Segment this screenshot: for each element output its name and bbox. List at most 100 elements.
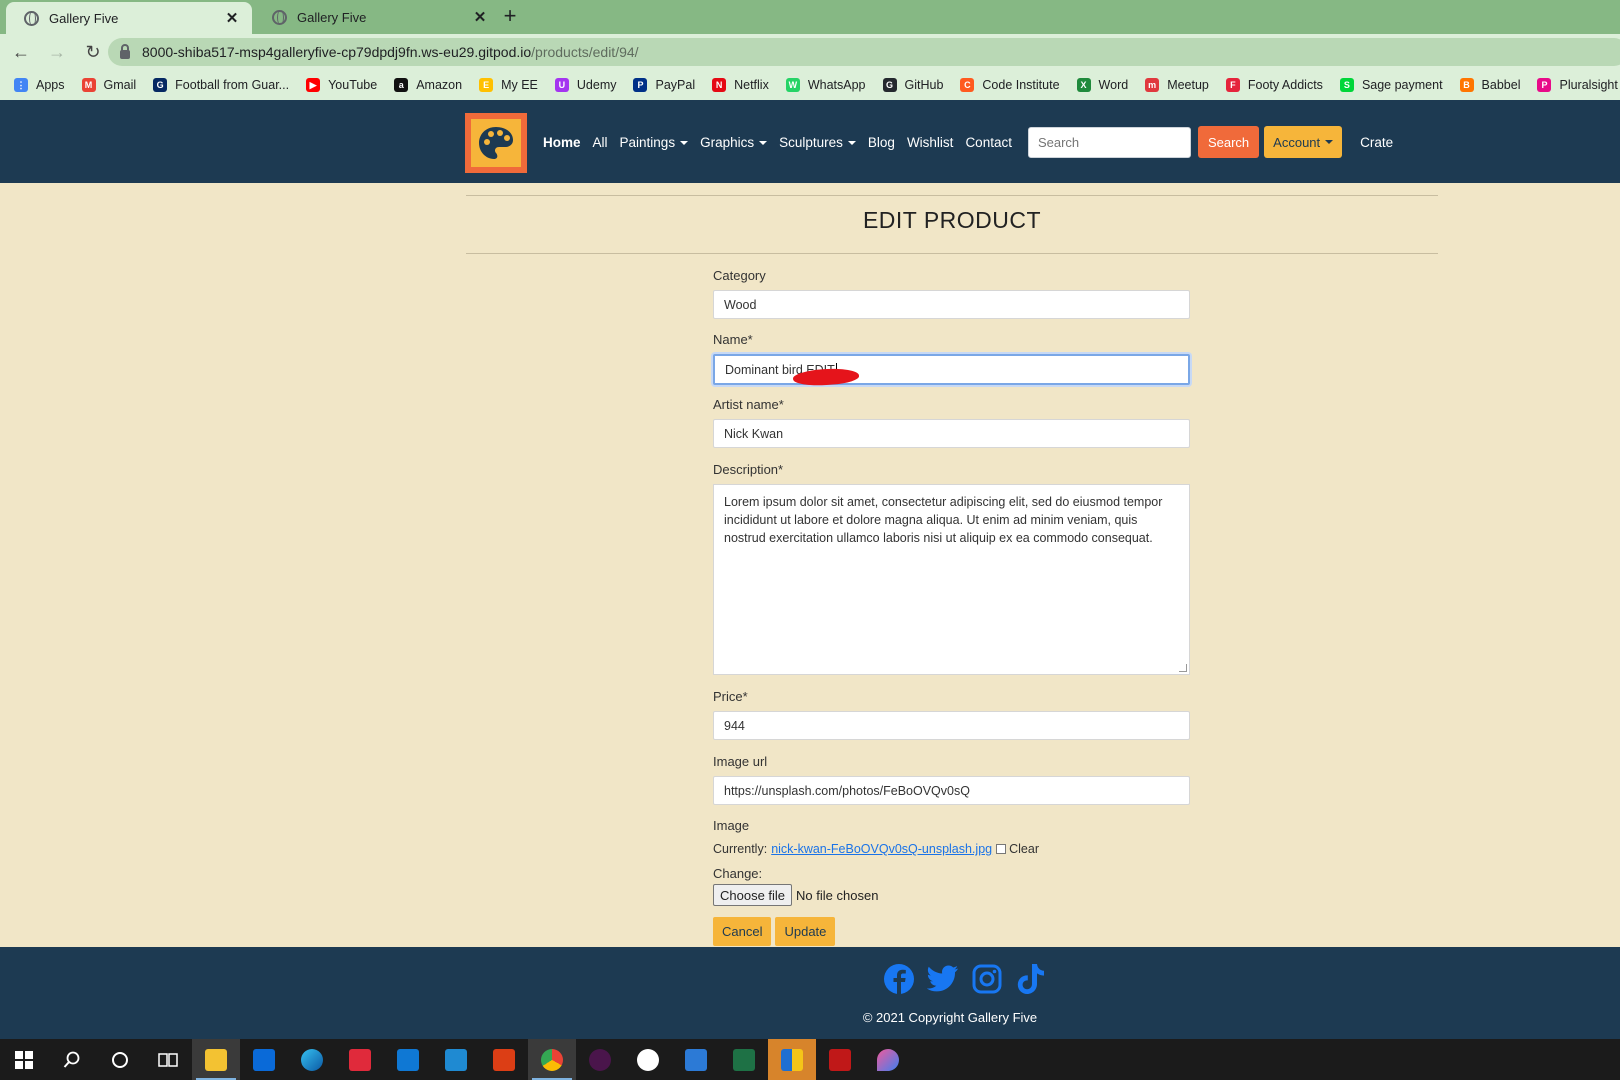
- globe-icon: [272, 9, 287, 25]
- form-actions: Cancel Update: [713, 917, 839, 946]
- twitter-icon[interactable]: [925, 961, 961, 997]
- site-logo[interactable]: [465, 113, 527, 173]
- account-dropdown[interactable]: Account: [1264, 126, 1343, 158]
- mail-icon[interactable]: [384, 1039, 432, 1080]
- mcafee-icon[interactable]: [816, 1039, 864, 1080]
- name-input[interactable]: Dominant bird EDIT: [713, 354, 1190, 385]
- back-arrow-icon[interactable]: ←: [6, 42, 36, 63]
- bookmark-item[interactable]: N Netflix: [712, 78, 769, 92]
- social-links: [881, 961, 1057, 997]
- bookmark-favicon-icon: ▶: [306, 78, 321, 92]
- bookmark-item[interactable]: S Sage payment: [1339, 78, 1443, 92]
- reload-icon[interactable]: ↻: [78, 42, 108, 63]
- bookmarks-bar: ⋮ Apps M Gmail G Football from Guar... ▶ YouTub…: [0, 70, 1620, 100]
- image-url-input[interactable]: https://unsplash.com/photos/FeBoOVQv0sQ: [713, 776, 1190, 805]
- nav-all[interactable]: All: [593, 135, 608, 150]
- task-view-icon[interactable]: [144, 1039, 192, 1080]
- current-file-link[interactable]: nick-kwan-FeBoOVQv0sQ-unsplash.jpg: [771, 842, 992, 856]
- photos-icon[interactable]: [672, 1039, 720, 1080]
- bookmark-item[interactable]: F Footy Addicts: [1225, 78, 1323, 92]
- bookmark-item[interactable]: G Football from Guar...: [153, 78, 289, 92]
- excel-icon[interactable]: [720, 1039, 768, 1080]
- bookmark-favicon-icon: X: [1076, 78, 1091, 92]
- chrome-icon[interactable]: [528, 1039, 576, 1080]
- slack-icon[interactable]: [576, 1039, 624, 1080]
- divider: [466, 253, 1438, 254]
- bookmark-label: WhatsApp: [807, 78, 866, 92]
- bookmark-item[interactable]: X Word: [1076, 78, 1128, 92]
- artist-name-input[interactable]: Nick Kwan: [713, 419, 1190, 448]
- instagram-icon[interactable]: [969, 961, 1005, 997]
- store-icon[interactable]: [240, 1039, 288, 1080]
- gift-app-icon[interactable]: [336, 1039, 384, 1080]
- image-url-label: Image url: [713, 754, 768, 769]
- file-explorer-icon[interactable]: [192, 1039, 240, 1080]
- lock-icon: [120, 43, 130, 59]
- browser-tab-active[interactable]: Gallery Five ✕: [6, 2, 252, 34]
- cancel-button[interactable]: Cancel: [713, 917, 772, 946]
- nav-blog[interactable]: Blog: [868, 135, 895, 150]
- close-icon[interactable]: ✕: [224, 9, 240, 27]
- category-label: Category: [713, 268, 766, 283]
- bookmark-item[interactable]: U Udemy: [554, 78, 616, 92]
- url-field[interactable]: 8000-shiba517-msp4galleryfive-cp79dpdj9f…: [108, 38, 1620, 66]
- bookmark-item[interactable]: a Amazon: [394, 78, 462, 92]
- bookmark-favicon-icon: S: [1339, 78, 1354, 92]
- page-title: EDIT PRODUCT: [862, 207, 1042, 233]
- paint-drop-icon[interactable]: [864, 1039, 912, 1080]
- search-icon[interactable]: [48, 1039, 96, 1080]
- clear-checkbox[interactable]: [996, 844, 1007, 854]
- facebook-icon[interactable]: [881, 961, 917, 997]
- bookmark-item[interactable]: M Gmail: [81, 78, 136, 92]
- bookmark-item[interactable]: P Pluralsight: [1537, 78, 1618, 92]
- browser-tab[interactable]: Gallery Five ✕: [254, 0, 500, 34]
- search-input[interactable]: [1027, 126, 1191, 158]
- tab-title: Gallery Five: [297, 9, 367, 25]
- nav-paintings-label: Paintings: [619, 134, 676, 150]
- category-select[interactable]: Wood: [713, 290, 1190, 319]
- nav-graphics[interactable]: Graphics: [700, 135, 768, 150]
- new-tab-button[interactable]: +: [498, 5, 522, 29]
- bookmark-label: Apps: [36, 78, 65, 92]
- nav-home[interactable]: Home: [543, 135, 581, 150]
- bookmark-item[interactable]: ⋮ Apps: [14, 78, 65, 92]
- search-button[interactable]: Search: [1197, 126, 1260, 158]
- account-label: Account: [1273, 134, 1321, 150]
- office-icon[interactable]: [480, 1039, 528, 1080]
- price-input[interactable]: 944: [713, 711, 1190, 740]
- bookmark-label: Sage payment: [1361, 78, 1443, 92]
- description-textarea[interactable]: Lorem ipsum dolor sit amet, consectetur …: [713, 484, 1190, 675]
- bookmark-item[interactable]: m Meetup: [1145, 78, 1209, 92]
- update-button[interactable]: Update: [775, 917, 836, 946]
- resize-handle[interactable]: [1179, 664, 1187, 672]
- choose-file-button[interactable]: Choose file: [713, 884, 793, 906]
- bookmark-item[interactable]: P PayPal: [633, 78, 695, 92]
- bookmark-label: My EE: [501, 78, 538, 92]
- nav-paintings[interactable]: Paintings: [620, 135, 689, 150]
- bookmark-favicon-icon: M: [81, 78, 96, 92]
- vscode-icon[interactable]: [432, 1039, 480, 1080]
- security-shield-icon[interactable]: [768, 1039, 816, 1080]
- bookmark-item[interactable]: ▶ YouTube: [306, 78, 377, 92]
- bookmark-label: Code Institute: [982, 78, 1060, 92]
- bookmark-item[interactable]: W WhatsApp: [785, 78, 866, 92]
- bookmark-favicon-icon: m: [1145, 78, 1160, 92]
- bookmark-item[interactable]: G GitHub: [882, 78, 943, 92]
- close-icon[interactable]: ✕: [472, 8, 488, 26]
- tiktok-icon[interactable]: [1013, 961, 1049, 997]
- bookmark-item[interactable]: E My EE: [479, 78, 538, 92]
- crate-link[interactable]: Crate: [1360, 135, 1393, 150]
- forward-arrow-icon[interactable]: →: [42, 42, 72, 63]
- divider: [466, 195, 1438, 196]
- current-image-row: Currently: nick-kwan-FeBoOVQv0sQ-unsplas…: [713, 842, 1039, 856]
- edge-icon[interactable]: [288, 1039, 336, 1080]
- description-value: Lorem ipsum dolor sit amet, consectetur …: [724, 495, 1163, 545]
- nav-sculptures[interactable]: Sculptures: [779, 135, 856, 150]
- windows-start-icon[interactable]: [0, 1039, 48, 1080]
- nav-wishlist[interactable]: Wishlist: [907, 135, 954, 150]
- emoji-app-icon[interactable]: [624, 1039, 672, 1080]
- bookmark-item[interactable]: C Code Institute: [960, 78, 1060, 92]
- cortana-icon[interactable]: [96, 1039, 144, 1080]
- bookmark-item[interactable]: B Babbel: [1459, 78, 1520, 92]
- nav-contact[interactable]: Contact: [965, 135, 1012, 150]
